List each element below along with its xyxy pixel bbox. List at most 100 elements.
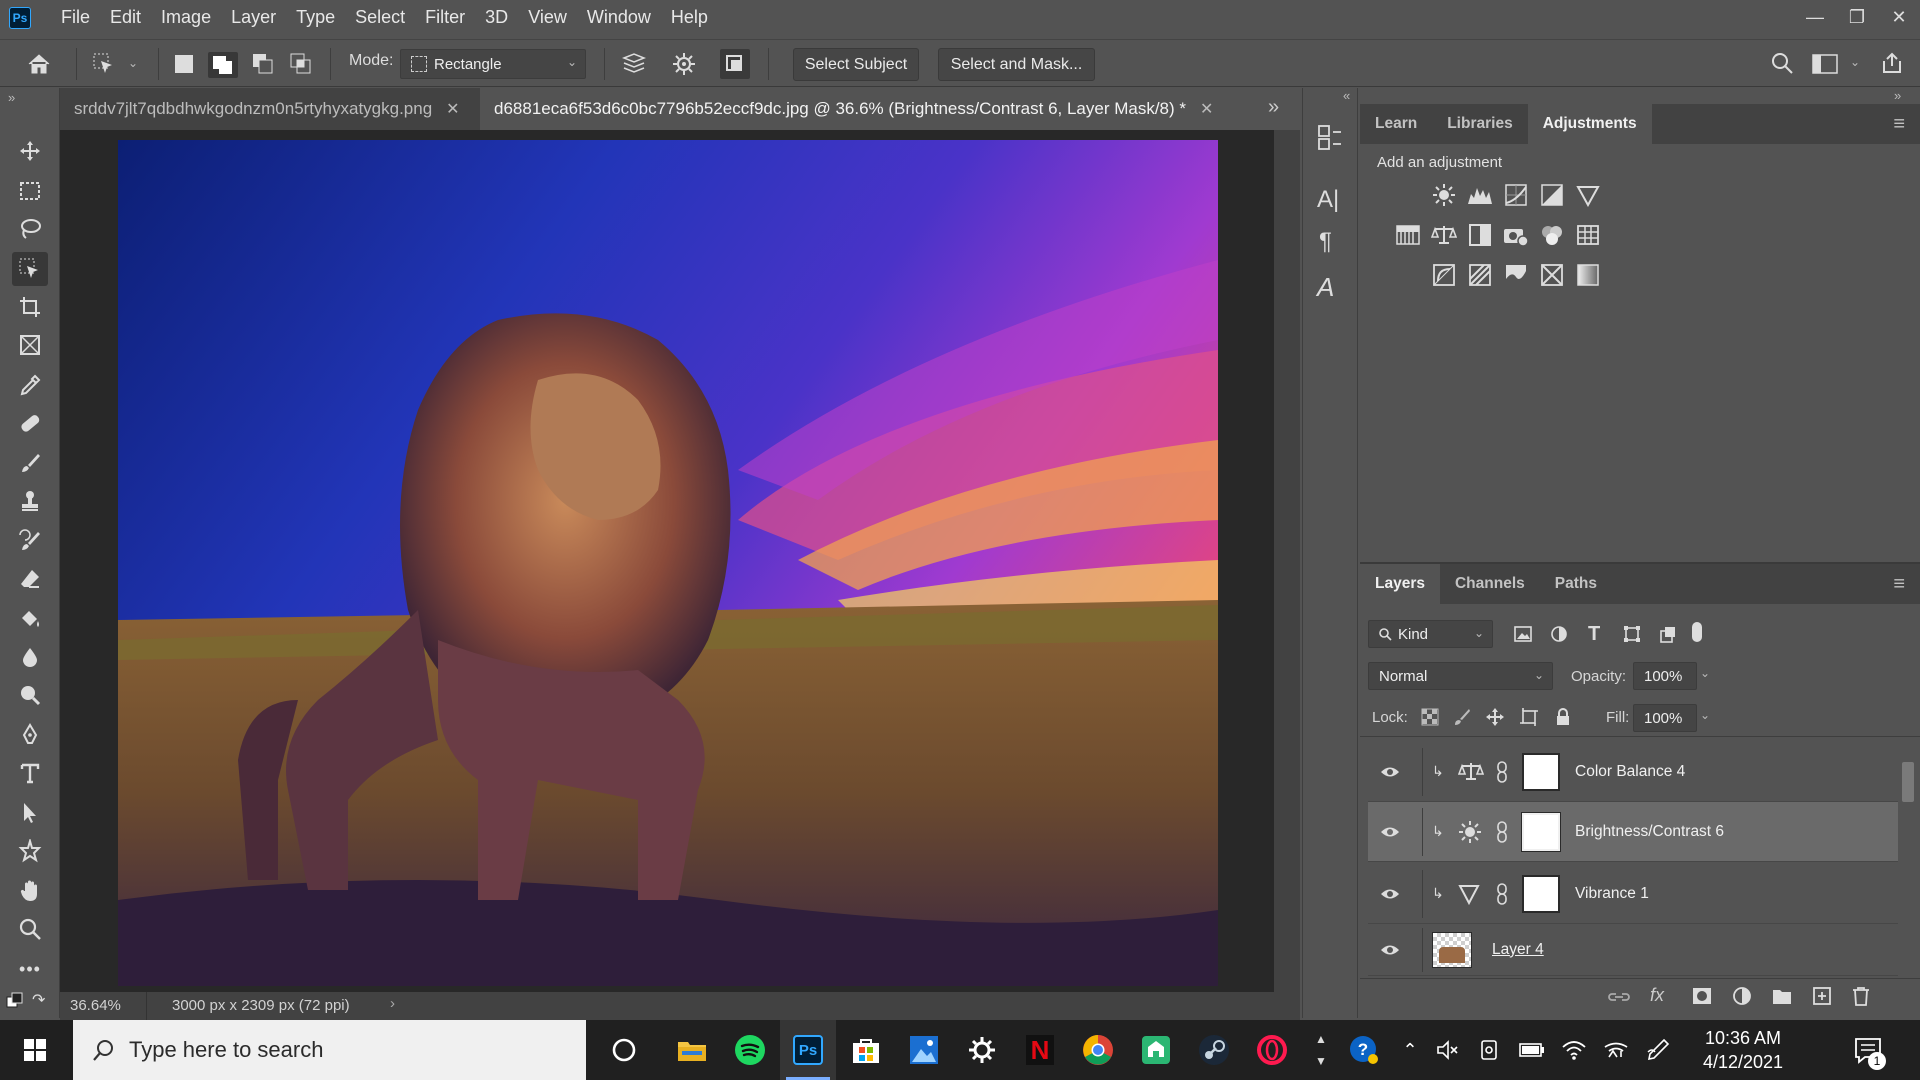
rectangular-marquee-tool-icon[interactable] <box>12 174 48 208</box>
add-to-selection-icon[interactable] <box>208 52 238 78</box>
move-tool-icon[interactable] <box>12 134 48 168</box>
layer-mask-thumbnail[interactable] <box>1521 811 1561 852</box>
menu-image[interactable]: Image <box>161 7 211 28</box>
tab-paths[interactable]: Paths <box>1540 564 1612 604</box>
help-tips-icon[interactable]: ? <box>1344 1020 1384 1080</box>
black-white-icon[interactable] <box>1467 222 1493 248</box>
menu-3d[interactable]: 3D <box>485 7 508 28</box>
zoom-level[interactable]: 36.64% <box>70 997 121 1014</box>
more-tools-icon[interactable]: ••• <box>12 952 48 986</box>
layer-row[interactable]: ↳ Color Balance 4 <box>1368 742 1898 802</box>
select-subject-button[interactable]: Select Subject <box>793 48 919 81</box>
intersect-selection-icon[interactable] <box>290 53 312 75</box>
select-and-mask-button[interactable]: Select and Mask... <box>938 48 1095 81</box>
enhance-edge-gear-icon[interactable] <box>670 50 698 78</box>
spotify-icon[interactable] <box>722 1020 778 1080</box>
action-center-icon[interactable]: 1 <box>1844 1020 1892 1080</box>
new-layer-icon[interactable] <box>1812 986 1832 1006</box>
menu-view[interactable]: View <box>528 7 567 28</box>
custom-shape-tool-icon[interactable] <box>12 834 48 868</box>
eraser-tool-icon[interactable] <box>12 562 48 596</box>
brush-tool-icon[interactable] <box>12 446 48 480</box>
type-tool-icon[interactable] <box>12 756 48 790</box>
netflix-icon[interactable]: N <box>1012 1020 1068 1080</box>
photoshop-taskbar-icon[interactable]: Ps <box>780 1020 836 1080</box>
invert-icon[interactable] <box>1431 262 1457 288</box>
menu-help[interactable]: Help <box>671 7 708 28</box>
layer-mask-thumbnail[interactable] <box>1522 752 1560 791</box>
healing-brush-tool-icon[interactable] <box>12 406 48 440</box>
crop-tool-icon[interactable] <box>12 290 48 324</box>
layer-style-fx-icon[interactable]: fx <box>1650 985 1664 1006</box>
subtract-object-icon[interactable] <box>720 49 750 79</box>
close-window-button[interactable]: ✕ <box>1878 0 1920 35</box>
canvas-scrollbar[interactable] <box>1274 130 1300 992</box>
meet-now-icon[interactable] <box>1472 1020 1508 1080</box>
link-chain-icon[interactable] <box>1496 882 1522 905</box>
frame-tool-icon[interactable] <box>12 328 48 362</box>
tab-adjustments[interactable]: Adjustments <box>1527 104 1652 144</box>
levels-icon[interactable] <box>1467 182 1493 208</box>
workspace-chevron-icon[interactable]: ⌄ <box>1850 55 1860 69</box>
lock-position-icon[interactable] <box>1485 707 1505 727</box>
wifi-icon[interactable] <box>1556 1020 1592 1080</box>
photos-app-icon[interactable] <box>896 1020 952 1080</box>
vibrance-icon[interactable] <box>1575 182 1601 208</box>
channel-mixer-icon[interactable] <box>1539 222 1565 248</box>
menu-file[interactable]: File <box>61 7 90 28</box>
tab-document-2[interactable]: d6881eca6f53d6c0bc7796b52eccf9dc.jpg @ 3… <box>480 88 1300 130</box>
history-panel-icon[interactable] <box>1317 124 1343 152</box>
filter-toggle-switch[interactable] <box>1692 622 1704 644</box>
dodge-tool-icon[interactable] <box>12 678 48 712</box>
volume-muted-icon[interactable] <box>1430 1020 1466 1080</box>
mode-select[interactable]: Rectangle ⌄ <box>400 49 586 79</box>
sample-all-layers-icon[interactable] <box>620 50 648 78</box>
opacity-input[interactable]: 100% <box>1633 662 1697 690</box>
color-balance-icon[interactable] <box>1431 222 1457 248</box>
lock-image-brush-icon[interactable] <box>1453 708 1471 726</box>
visibility-eye-icon[interactable] <box>1380 887 1410 901</box>
posterize-icon[interactable] <box>1467 262 1493 288</box>
menu-select[interactable]: Select <box>355 7 405 28</box>
layer-mask-thumbnail[interactable] <box>1522 874 1560 913</box>
status-chevron-right-icon[interactable]: › <box>390 995 395 1012</box>
link-layers-icon[interactable] <box>1608 987 1630 1007</box>
file-explorer-icon[interactable] <box>664 1020 720 1080</box>
taskbar-scroll-arrows[interactable]: ▲ ▼ <box>1304 1020 1338 1080</box>
panel-menu-icon[interactable]: ≡ <box>1878 104 1920 144</box>
tab-layers[interactable]: Layers <box>1360 564 1440 604</box>
new-adjustment-layer-icon[interactable] <box>1732 986 1752 1006</box>
menu-edit[interactable]: Edit <box>110 7 141 28</box>
image-thumb[interactable] <box>1432 931 1472 968</box>
photo-filter-icon[interactable] <box>1503 222 1529 248</box>
settings-gear-icon[interactable] <box>954 1020 1010 1080</box>
clone-stamp-tool-icon[interactable] <box>12 484 48 518</box>
layers-menu-icon[interactable]: ≡ <box>1878 564 1920 604</box>
filter-pixel-icon[interactable] <box>1514 625 1532 643</box>
eyedropper-tool-icon[interactable] <box>12 368 48 402</box>
language-input-icon[interactable] <box>1598 1020 1634 1080</box>
pen-tool-icon[interactable] <box>12 718 48 752</box>
tab-learn[interactable]: Learn <box>1360 104 1432 144</box>
glyphs-panel-icon[interactable]: A <box>1317 272 1334 303</box>
lock-artboard-icon[interactable] <box>1519 707 1539 727</box>
layer-row-selected[interactable]: ↳ Brightness/Contrast 6 <box>1368 802 1898 862</box>
visibility-eye-icon[interactable] <box>1380 765 1410 779</box>
exposure-icon[interactable] <box>1539 182 1565 208</box>
tab-document-1[interactable]: srddv7jlt7qdbdhwkgodnzm0n5rtyhyxatygkg.p… <box>60 88 475 130</box>
tool-preset-chevron-icon[interactable]: ⌄ <box>128 56 138 70</box>
menu-filter[interactable]: Filter <box>425 7 465 28</box>
document-canvas[interactable] <box>118 140 1218 986</box>
restore-button[interactable]: ❐ <box>1836 0 1878 35</box>
search-icon[interactable] <box>1770 51 1794 75</box>
expand-panels-icon[interactable]: » <box>1894 88 1901 103</box>
chrome-icon[interactable] <box>1070 1020 1126 1080</box>
filter-adjustment-icon[interactable] <box>1550 625 1568 643</box>
menu-layer[interactable]: Layer <box>231 7 276 28</box>
hand-tool-icon[interactable] <box>12 874 48 908</box>
lock-transparent-icon[interactable] <box>1421 708 1439 726</box>
subtract-from-selection-icon[interactable] <box>252 53 274 75</box>
visibility-eye-icon[interactable] <box>1380 825 1410 839</box>
new-group-folder-icon[interactable] <box>1772 987 1792 1005</box>
layer-row[interactable]: ↳ Vibrance 1 <box>1368 864 1898 924</box>
